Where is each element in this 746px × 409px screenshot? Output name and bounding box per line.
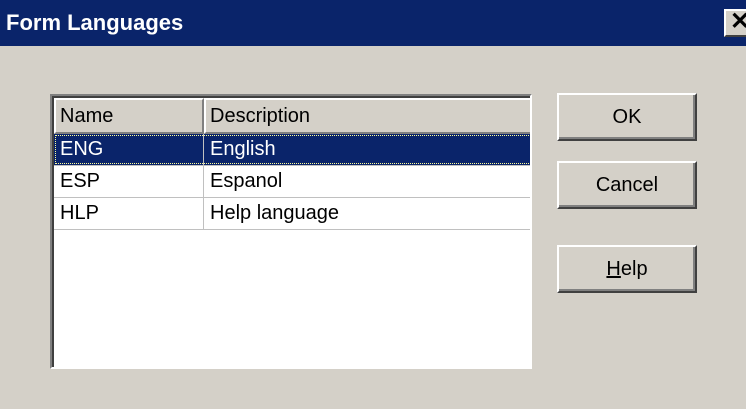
- help-mnemonic: H: [606, 258, 621, 280]
- list-row-esp[interactable]: ESP Espanol: [54, 166, 530, 198]
- close-button[interactable]: ✕: [724, 9, 746, 37]
- cancel-button[interactable]: Cancel: [557, 161, 697, 209]
- row-description-cell: Espanol: [210, 170, 283, 192]
- help-button[interactable]: Help: [557, 245, 697, 293]
- row-description-cell: Help language: [210, 202, 339, 224]
- column-header-description[interactable]: Description: [204, 98, 530, 134]
- column-header-name[interactable]: Name: [54, 98, 204, 134]
- row-name-cell: ESP: [54, 166, 204, 197]
- dialog-title: Form Languages: [6, 10, 184, 35]
- help-label-rest: elp: [620, 258, 648, 280]
- list-row-eng[interactable]: ENG English: [54, 134, 530, 166]
- title-bar[interactable]: Form Languages ✕: [0, 0, 746, 46]
- row-description-cell: English: [210, 138, 276, 160]
- row-name-cell: HLP: [54, 198, 204, 229]
- form-languages-dialog: Form Languages ✕ Name Description ENG En…: [0, 0, 746, 409]
- list-inner-frame: Name Description ENG English ESP Espanol…: [52, 96, 530, 367]
- ok-button[interactable]: OK: [557, 93, 697, 141]
- row-name-cell: ENG: [54, 134, 204, 165]
- languages-list[interactable]: Name Description ENG English ESP Espanol…: [50, 94, 532, 369]
- close-icon: ✕: [730, 8, 746, 35]
- list-row-hlp[interactable]: HLP Help language: [54, 198, 530, 230]
- list-header: Name Description: [54, 98, 530, 134]
